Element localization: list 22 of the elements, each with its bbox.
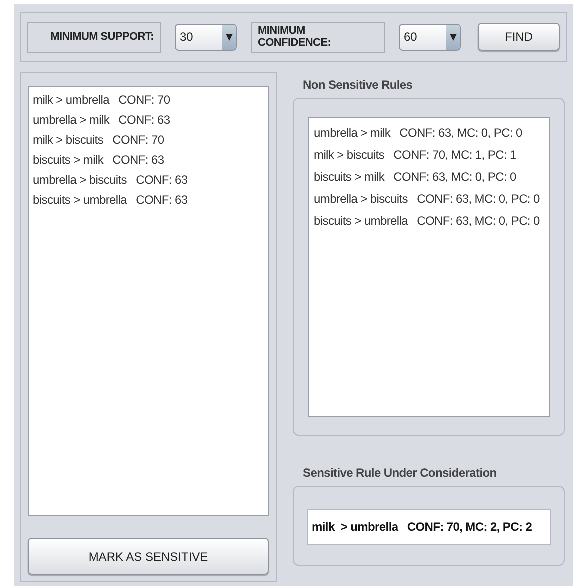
rule-item[interactable]: umbrella > milk CONF: 63, MC: 0, PC: 0 — [314, 126, 544, 140]
rule-item[interactable]: biscuits > umbrella CONF: 63 — [33, 193, 264, 207]
rule-item[interactable]: biscuits > milk CONF: 63 — [33, 153, 264, 167]
rule-item[interactable]: biscuits > umbrella CONF: 63, MC: 0, PC: 0 — [314, 214, 544, 228]
rule-item[interactable]: milk > umbrella CONF: 70 — [33, 93, 264, 107]
panel-title: Sensitive Rule Under Consideration — [302, 465, 498, 482]
rule-item[interactable]: umbrella > biscuits CONF: 63, MC: 0, PC: 0 — [314, 192, 544, 206]
rule-item[interactable]: umbrella > biscuits CONF: 63 — [33, 173, 264, 187]
dropdown-arrow-icon — [226, 34, 232, 40]
mark-as-sensitive-button[interactable]: MARK AS SENSITIVE — [28, 538, 269, 575]
rule-item[interactable]: biscuits > milk CONF: 63, MC: 0, PC: 0 — [314, 170, 544, 184]
rule-item[interactable]: milk > biscuits CONF: 70 — [33, 133, 264, 147]
dropdown-arrow-icon — [450, 34, 456, 40]
rule-item[interactable]: umbrella > milk CONF: 63 — [33, 113, 264, 127]
sensitive-rule-field: milk > umbrella CONF: 70, MC: 2, PC: 2 — [307, 509, 551, 545]
support-label: MINIMUM SUPPORT: — [27, 22, 161, 52]
support-dropdown[interactable]: 30 — [175, 24, 237, 50]
confidence-label: MINIMUM CONFIDENCE: — [251, 22, 385, 52]
panel-title: Non Sensitive Rules — [302, 77, 414, 94]
rule-item[interactable]: milk > biscuits CONF: 70, MC: 1, PC: 1 — [314, 148, 544, 162]
confidence-dropdown[interactable]: 60 — [399, 24, 461, 50]
find-button[interactable]: FIND — [478, 23, 560, 51]
